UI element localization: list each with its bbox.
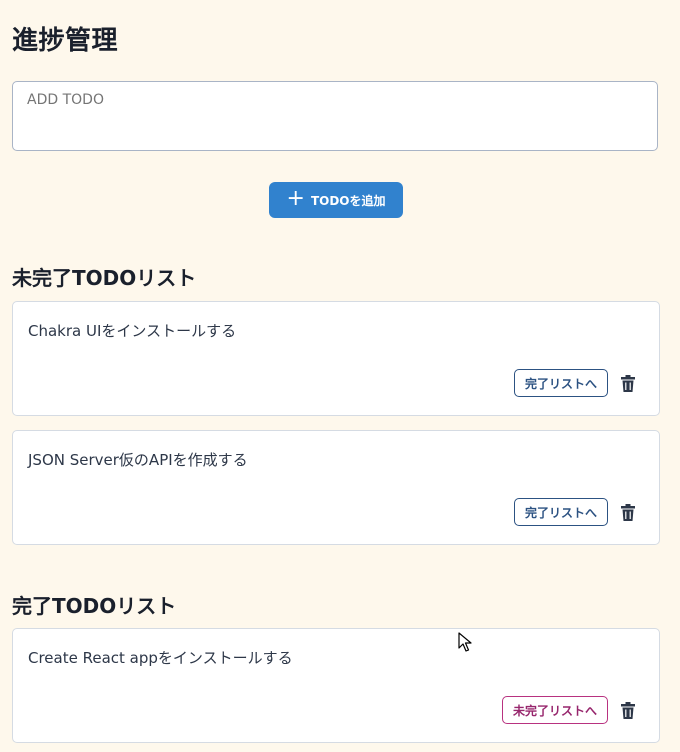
todo-text: Chakra UIをインストールする	[28, 322, 237, 340]
incomplete-section-heading: 未完了TODOリスト	[12, 266, 197, 290]
add-todo-button-label: TODOを追加	[310, 193, 386, 208]
incomplete-todo-card: JSON Server仮のAPIを作成する 完了リストへ	[12, 430, 660, 545]
todo-text: JSON Server仮のAPIを作成する	[28, 451, 248, 469]
todo-text: Create React appをインストールする	[28, 649, 293, 667]
add-todo-button[interactable]: + TODOを追加	[269, 182, 403, 218]
move-to-complete-button[interactable]: 完了リストへ	[513, 369, 608, 397]
trash-icon[interactable]	[621, 702, 635, 720]
move-to-complete-button[interactable]: 完了リストへ	[513, 498, 608, 526]
complete-todo-card: Create React appをインストールする 未完了リストへ	[12, 628, 660, 743]
page-title: 進捗管理	[12, 26, 119, 56]
add-todo-input[interactable]	[12, 81, 658, 151]
trash-icon[interactable]	[621, 504, 635, 522]
complete-section-heading: 完了TODOリスト	[12, 594, 177, 618]
move-to-incomplete-button[interactable]: 未完了リストへ	[501, 696, 608, 724]
trash-icon[interactable]	[621, 375, 635, 393]
incomplete-todo-card: Chakra UIをインストールする 完了リストへ	[12, 301, 660, 416]
plus-icon: +	[286, 186, 305, 211]
mouse-cursor-icon	[458, 632, 472, 652]
